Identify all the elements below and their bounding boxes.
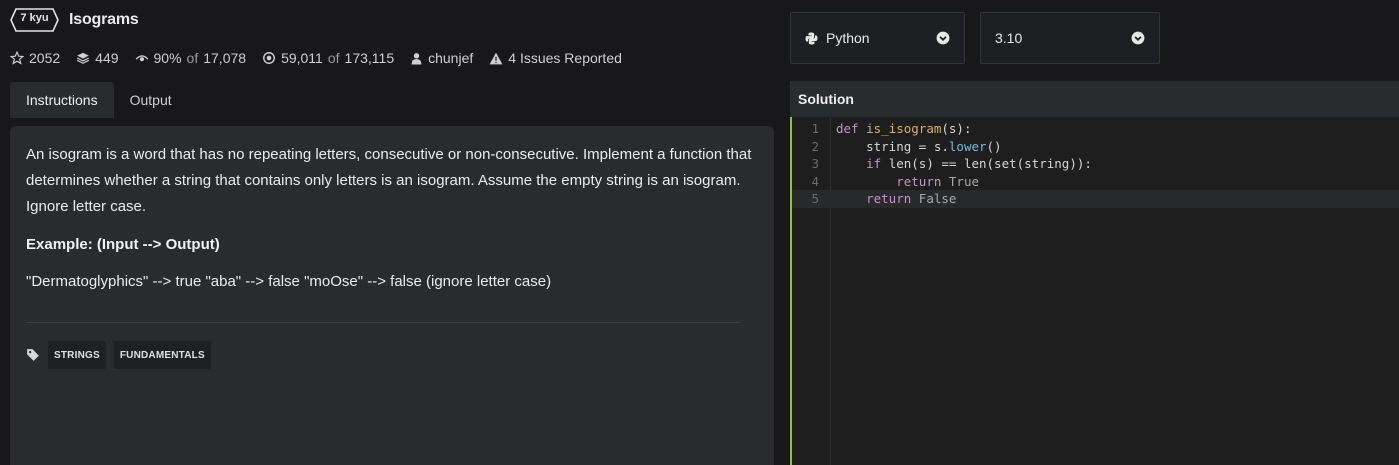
- code-constant: False: [918, 191, 957, 206]
- tag-fundamentals[interactable]: FUNDAMENTALS: [113, 341, 211, 369]
- tab-instructions[interactable]: Instructions: [10, 82, 114, 118]
- satisfaction-pct: 90%: [153, 50, 182, 66]
- kata-header: 7 kyu Isograms: [10, 8, 139, 32]
- example-heading: Example: (Input --> Output): [26, 236, 220, 253]
- code-method: lower: [948, 138, 987, 154]
- code-line[interactable]: 3 if len(s) == len(set(string)):: [792, 155, 1399, 173]
- example-text: "Dermatoglyphics" --> true "aba" --> fal…: [26, 273, 552, 290]
- line-number: 4: [811, 173, 819, 189]
- code-text: if len(s) == len(set(string)):: [866, 156, 1092, 171]
- line-number: 2: [811, 138, 819, 154]
- language-value: Python: [826, 30, 870, 46]
- collections-stat[interactable]: 449: [76, 50, 119, 66]
- tag-icon: [27, 349, 39, 361]
- divider: [26, 322, 741, 323]
- warning-icon: [489, 52, 503, 64]
- code-keyword: return: [866, 191, 912, 206]
- satisfaction-of: of: [186, 50, 199, 66]
- code-function: is_isogram: [866, 121, 942, 136]
- completed-of: of: [327, 50, 340, 66]
- code-keyword: return: [896, 173, 942, 189]
- kata-description: An isogram is a word that has no repeati…: [26, 146, 752, 215]
- completed-count: 59,011: [281, 50, 323, 66]
- user-icon: [411, 52, 422, 64]
- code-text: return True: [836, 173, 979, 191]
- code-line[interactable]: 1 def is_isogram(s):: [792, 120, 1399, 138]
- rank-badge[interactable]: 7 kyu: [10, 8, 59, 32]
- chevron-down-icon: [1131, 31, 1145, 45]
- collections-count: 449: [95, 50, 119, 66]
- solution-title: Solution: [798, 91, 854, 107]
- solution-header: Solution: [790, 81, 1399, 117]
- code-text: string = s.lower(): [836, 138, 1002, 154]
- completed-stat: 59,011 of 173,115: [262, 50, 394, 66]
- satisfaction-stat: 90% of 17,078: [135, 50, 247, 66]
- code-text: def is_isogram(s):: [836, 121, 972, 136]
- version-value: 3.10: [995, 30, 1023, 46]
- code-keyword: def: [836, 121, 859, 136]
- issues-label: 4 Issues Reported: [508, 50, 622, 66]
- kata-stats: 2052 449 90% of 17,078 59,011 of 173,115…: [10, 50, 638, 66]
- line-number: 3: [811, 156, 819, 171]
- author-name: chunjef: [428, 50, 474, 66]
- line-number: 1: [811, 121, 819, 136]
- chevron-down-icon: [936, 31, 950, 45]
- completed-total: 173,115: [344, 50, 395, 66]
- layers-icon: [77, 52, 90, 64]
- code-line[interactable]: 2 string = s.lower(): [792, 138, 1399, 156]
- rank-label: 7 kyu: [20, 12, 49, 24]
- stars-stat[interactable]: 2052: [10, 50, 60, 66]
- eye-icon: [135, 55, 148, 62]
- python-icon: [805, 32, 818, 44]
- stars-count: 2052: [29, 50, 61, 66]
- instructions-panel: An isogram is a word that has no repeati…: [10, 126, 774, 465]
- satisfaction-total: 17,078: [203, 50, 247, 66]
- code-constant: True: [948, 173, 980, 189]
- tab-output[interactable]: Output: [114, 82, 188, 118]
- left-tabs: Instructions Output: [10, 82, 188, 118]
- version-select[interactable]: 3.10: [980, 12, 1160, 64]
- code-editor[interactable]: 1 def is_isogram(s): 2 string = s.lower(…: [790, 117, 1399, 465]
- line-number: 5: [811, 191, 819, 206]
- tag-strings[interactable]: STRINGS: [48, 341, 106, 369]
- tag-list: STRINGS FUNDAMENTALS: [26, 341, 758, 369]
- target-icon: [263, 52, 276, 64]
- code-text: return False: [836, 190, 956, 208]
- author-stat[interactable]: chunjef: [410, 50, 473, 66]
- code-line-active[interactable]: 5 return False: [792, 190, 1399, 208]
- kata-title[interactable]: Isograms: [69, 11, 139, 29]
- language-select[interactable]: Python: [790, 12, 965, 64]
- star-icon: [10, 51, 24, 65]
- issues-stat[interactable]: 4 Issues Reported: [489, 50, 622, 66]
- code-keyword: if: [866, 156, 882, 171]
- code-line[interactable]: 4 return True: [792, 173, 1399, 191]
